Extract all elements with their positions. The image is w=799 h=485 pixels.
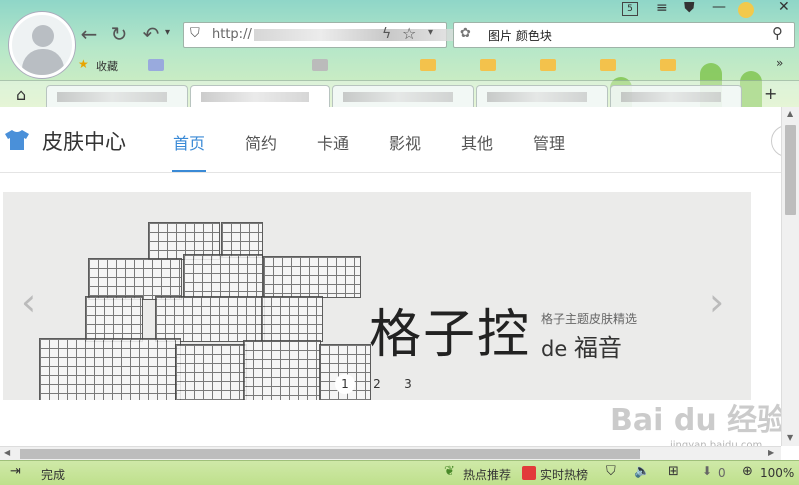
grid-block [221,222,263,258]
banner-de: de [541,337,568,361]
grid-block [85,296,143,342]
watermark-logo: Bai du 经验 [610,403,788,438]
new-tab-button[interactable]: + [764,84,777,103]
back-arrow-icon[interactable]: ← [76,21,102,47]
banner-title: 格子控 [369,305,532,365]
grid-block [39,338,181,400]
zoom-level[interactable]: 100% [760,466,794,480]
folder-icon[interactable] [600,59,616,71]
close-icon[interactable]: ✕ [778,0,790,15]
shield-check-icon[interactable]: ⛉ [606,464,616,479]
star-icon: ★ [78,57,89,71]
slide-dot-3[interactable]: 3 [398,374,418,394]
hot-recommend-link[interactable]: 热点推荐 [463,466,511,483]
nav-film[interactable]: 影视 [389,130,421,154]
prev-slide-icon[interactable]: ‹ [21,280,36,324]
next-slide-icon[interactable]: › [709,280,724,324]
tab-item-active[interactable] [190,85,330,108]
hot-chart-icon [522,466,536,480]
tshirt-icon [5,130,29,150]
scroll-left-icon[interactable]: ◀ [4,448,10,457]
active-nav-indicator [172,170,206,172]
address-bar[interactable]: ⛉ http:// ϟ ☆ ▾ [183,22,454,48]
skin-shirt-icon[interactable]: ⛊ [684,0,695,16]
folder-icon[interactable] [660,59,676,71]
nav-cartoon[interactable]: 卡通 [317,130,349,154]
bookmarks-bar: ★ 收藏 » [76,56,786,76]
home-icon[interactable]: ⌂ [16,85,26,104]
grid-block [183,254,263,298]
site-header: 皮肤中心 首页 简约 卡通 影视 其他 管理 [0,107,781,173]
star-icon[interactable]: ☆ [402,24,416,43]
vertical-scrollbar[interactable]: ▲ ▼ [781,107,799,446]
nav-simple[interactable]: 简约 [245,130,277,154]
banner-fuyin: 福音 [573,334,622,362]
leaf-icon: ❦ [444,464,455,479]
refresh-icon[interactable]: ↻ [106,21,132,47]
undo-icon[interactable]: ↶ [138,21,164,47]
slide-dot-1[interactable]: 1 [335,374,355,394]
search-input-value: 图片 颜色块 [488,29,552,43]
realtime-hot-link[interactable]: 实时热榜 [540,466,588,483]
folder-icon[interactable] [420,59,436,71]
lightning-icon[interactable]: ϟ [382,26,391,42]
status-bar: ⇥ 完成 ❦ 热点推荐 实时热榜 ⛉ 🔈 ⊞ ⬇ 0 ⊕ 100% [0,460,799,485]
decorative-emoji [738,2,754,18]
speaker-icon[interactable]: 🔈 [634,464,650,479]
banner-tagline: de 福音 [541,328,622,363]
more-bookmarks-icon[interactable]: » [776,56,783,70]
grid-block [263,256,361,298]
folder-icon[interactable] [540,59,556,71]
chevron-down-icon[interactable]: ▾ [428,27,433,38]
scroll-up-icon[interactable]: ▲ [787,109,793,118]
tab-item[interactable] [476,85,608,108]
scroll-right-icon[interactable]: ▶ [768,448,774,457]
paw-icon: ✿ [460,26,471,41]
sidebar-toggle-icon[interactable]: ⇥ [10,464,21,479]
grid-block [88,258,182,300]
status-text: 完成 [41,468,66,482]
site-title[interactable]: 皮肤中心 [42,126,126,156]
slide-dot-2[interactable]: 2 [367,374,387,394]
search-icon[interactable]: ⚲ [772,24,783,42]
grid-block [155,296,265,342]
bookmark-item[interactable] [148,59,164,71]
minimize-icon[interactable]: — [712,0,726,15]
bookmark-item[interactable] [312,59,328,71]
download-icon[interactable]: ⬇ [702,464,712,478]
grid-block [243,340,321,400]
chevron-down-icon[interactable]: ▾ [165,27,170,38]
folder-icon[interactable] [480,59,496,71]
vertical-scroll-thumb[interactable] [785,125,796,215]
tab-item[interactable] [332,85,474,108]
nav-home[interactable]: 首页 [173,130,205,154]
tab-count-badge[interactable]: 5 [622,2,638,16]
url-text: http:// [212,27,252,42]
search-field[interactable]: ✿ 图片 颜色块 ⚲ [453,22,795,48]
horizontal-scrollbar[interactable]: ◀ ▶ [0,446,781,461]
tab-item[interactable] [46,85,188,108]
grid-block [261,296,323,342]
hero-banner[interactable]: ‹ › 格子控 格子主题皮肤精选 de 福音 1 2 3 [3,192,751,400]
nav-other[interactable]: 其他 [461,130,493,154]
nav-manage[interactable]: 管理 [533,130,565,154]
user-avatar[interactable] [9,12,75,78]
menu-icon[interactable]: ≡ [656,0,668,16]
site-search-button[interactable] [771,125,781,157]
banner-subtitle: 格子主题皮肤精选 [541,312,638,326]
toolbox-icon[interactable]: ⊞ [668,464,679,479]
grid-block [175,344,247,400]
scroll-down-icon[interactable]: ▼ [787,433,793,442]
tab-bar: ⌂ + [0,80,799,108]
url-blurred [254,29,454,41]
browser-toolbar: ← ↻ ↶ ▾ ⛉ http:// ϟ ☆ ▾ ✿ 图片 颜色块 ⚲ 5 ≡ ⛊… [0,0,799,108]
horizontal-scroll-thumb[interactable] [20,449,640,459]
shield-icon: ⛉ [190,26,200,41]
tab-item[interactable] [610,85,742,108]
bookmarks-label[interactable]: 收藏 [96,58,118,74]
download-count: 0 [718,466,726,480]
zoom-icon[interactable]: ⊕ [742,464,753,479]
